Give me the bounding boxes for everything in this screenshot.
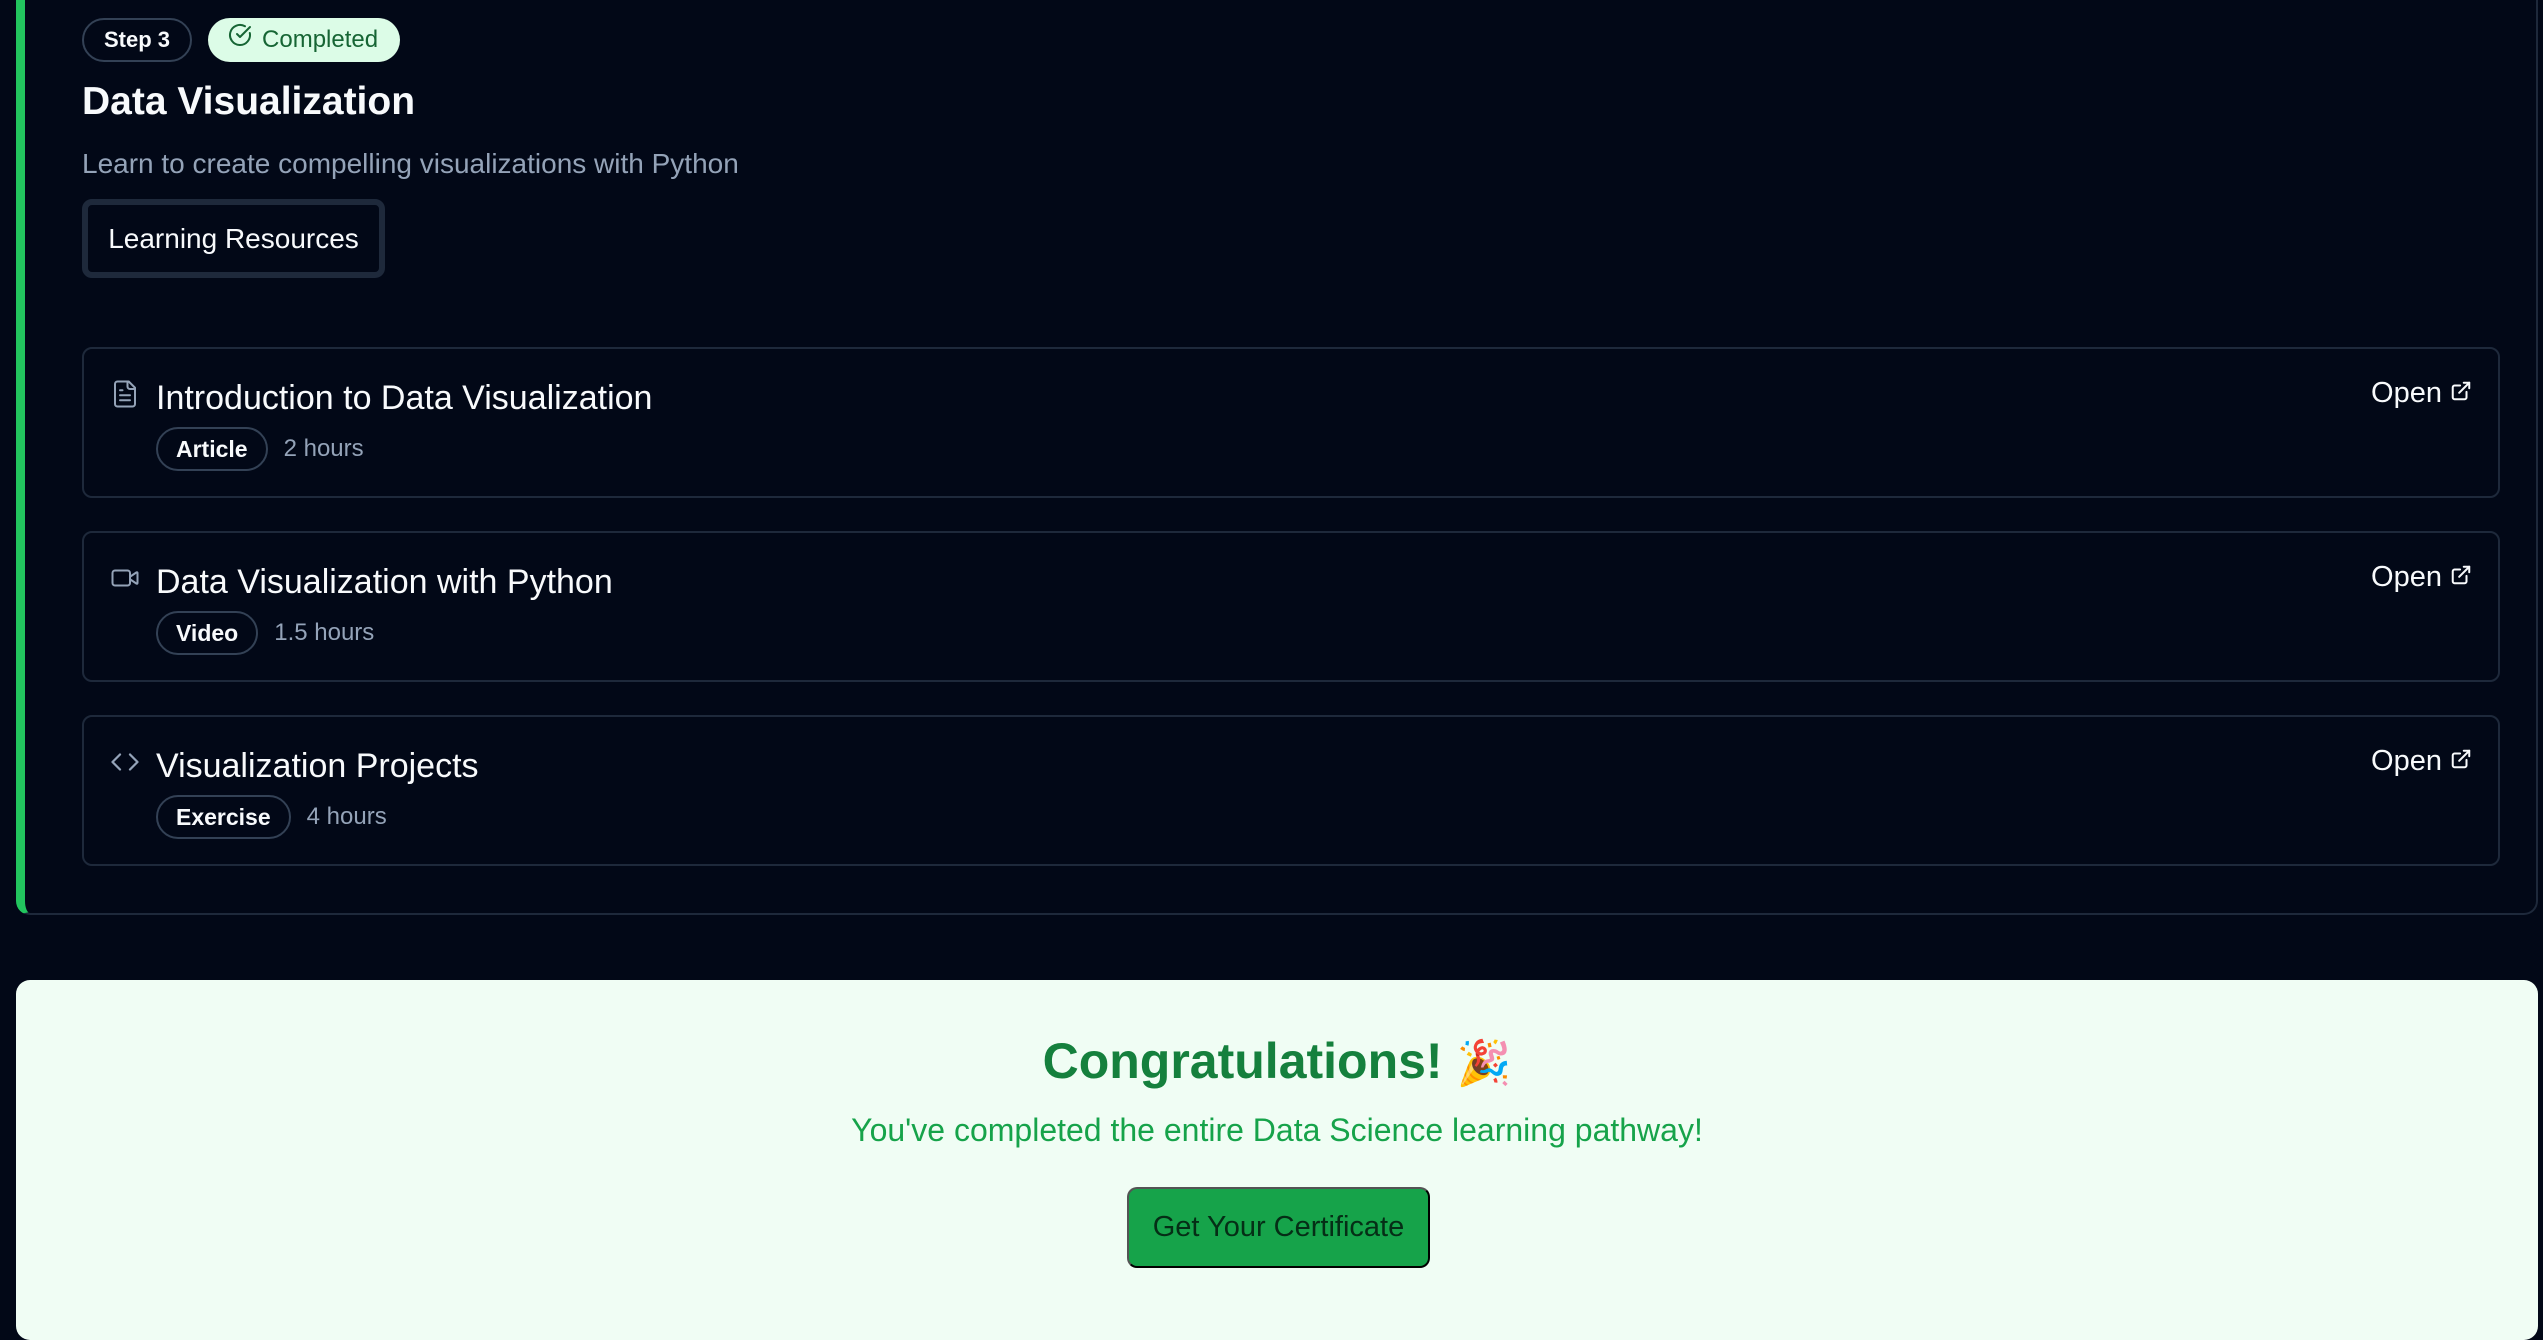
check-circle-icon	[228, 18, 252, 62]
open-label: Open	[2371, 561, 2442, 593]
resource-meta: Video 1.5 hours	[156, 611, 374, 655]
resource-meta: Article 2 hours	[156, 427, 364, 471]
resource-card: Introduction to Data Visualization Artic…	[82, 347, 2500, 498]
congrats-message: You've completed the entire Data Science…	[851, 1112, 1703, 1148]
learning-resources-button[interactable]: Learning Resources	[82, 199, 385, 278]
external-link-icon	[2450, 561, 2472, 594]
status-label: Completed	[262, 26, 379, 53]
open-label: Open	[2371, 377, 2442, 409]
open-resource-button[interactable]: Open	[2371, 561, 2472, 594]
resource-duration: 1.5 hours	[274, 619, 375, 646]
resource-title: Introduction to Data Visualization	[156, 379, 653, 417]
resource-duration: 2 hours	[283, 435, 364, 462]
resource-title: Visualization Projects	[156, 747, 479, 785]
step-badges: Step 3 Completed	[82, 18, 401, 62]
completion-banner: Congratulations! 🎉 You've completed the e…	[16, 980, 2538, 1340]
code-icon	[110, 747, 140, 777]
step-number-badge: Step 3	[82, 18, 193, 62]
get-certificate-button[interactable]: Get Your Certificate	[1127, 1187, 1430, 1268]
resource-type-badge: Exercise	[156, 795, 291, 839]
resource-title: Data Visualization with Python	[156, 563, 613, 601]
step-card: Step 3 Completed Data Visualization Lear…	[16, 0, 2538, 915]
open-label: Open	[2371, 745, 2442, 777]
external-link-icon	[2450, 377, 2472, 410]
step-description: Learn to create compelling visualization…	[82, 148, 739, 179]
resource-card: Data Visualization with Python Video 1.5…	[82, 531, 2500, 682]
congrats-title: Congratulations! 🎉	[16, 1032, 2538, 1090]
video-icon	[110, 563, 140, 593]
open-resource-button[interactable]: Open	[2371, 377, 2472, 410]
step-title: Data Visualization	[82, 80, 416, 123]
resource-card: Visualization Projects Exercise 4 hours …	[82, 715, 2500, 866]
document-icon	[110, 379, 140, 409]
external-link-icon	[2450, 745, 2472, 778]
open-resource-button[interactable]: Open	[2371, 745, 2472, 778]
resource-type-badge: Article	[156, 427, 268, 471]
congrats-heading: Congratulations!	[1042, 1033, 1443, 1089]
resource-meta: Exercise 4 hours	[156, 795, 387, 839]
resource-duration: 4 hours	[306, 803, 387, 830]
status-badge: Completed	[208, 18, 401, 62]
resource-type-badge: Video	[156, 611, 259, 655]
party-popper-icon: 🎉	[1456, 1039, 1512, 1088]
